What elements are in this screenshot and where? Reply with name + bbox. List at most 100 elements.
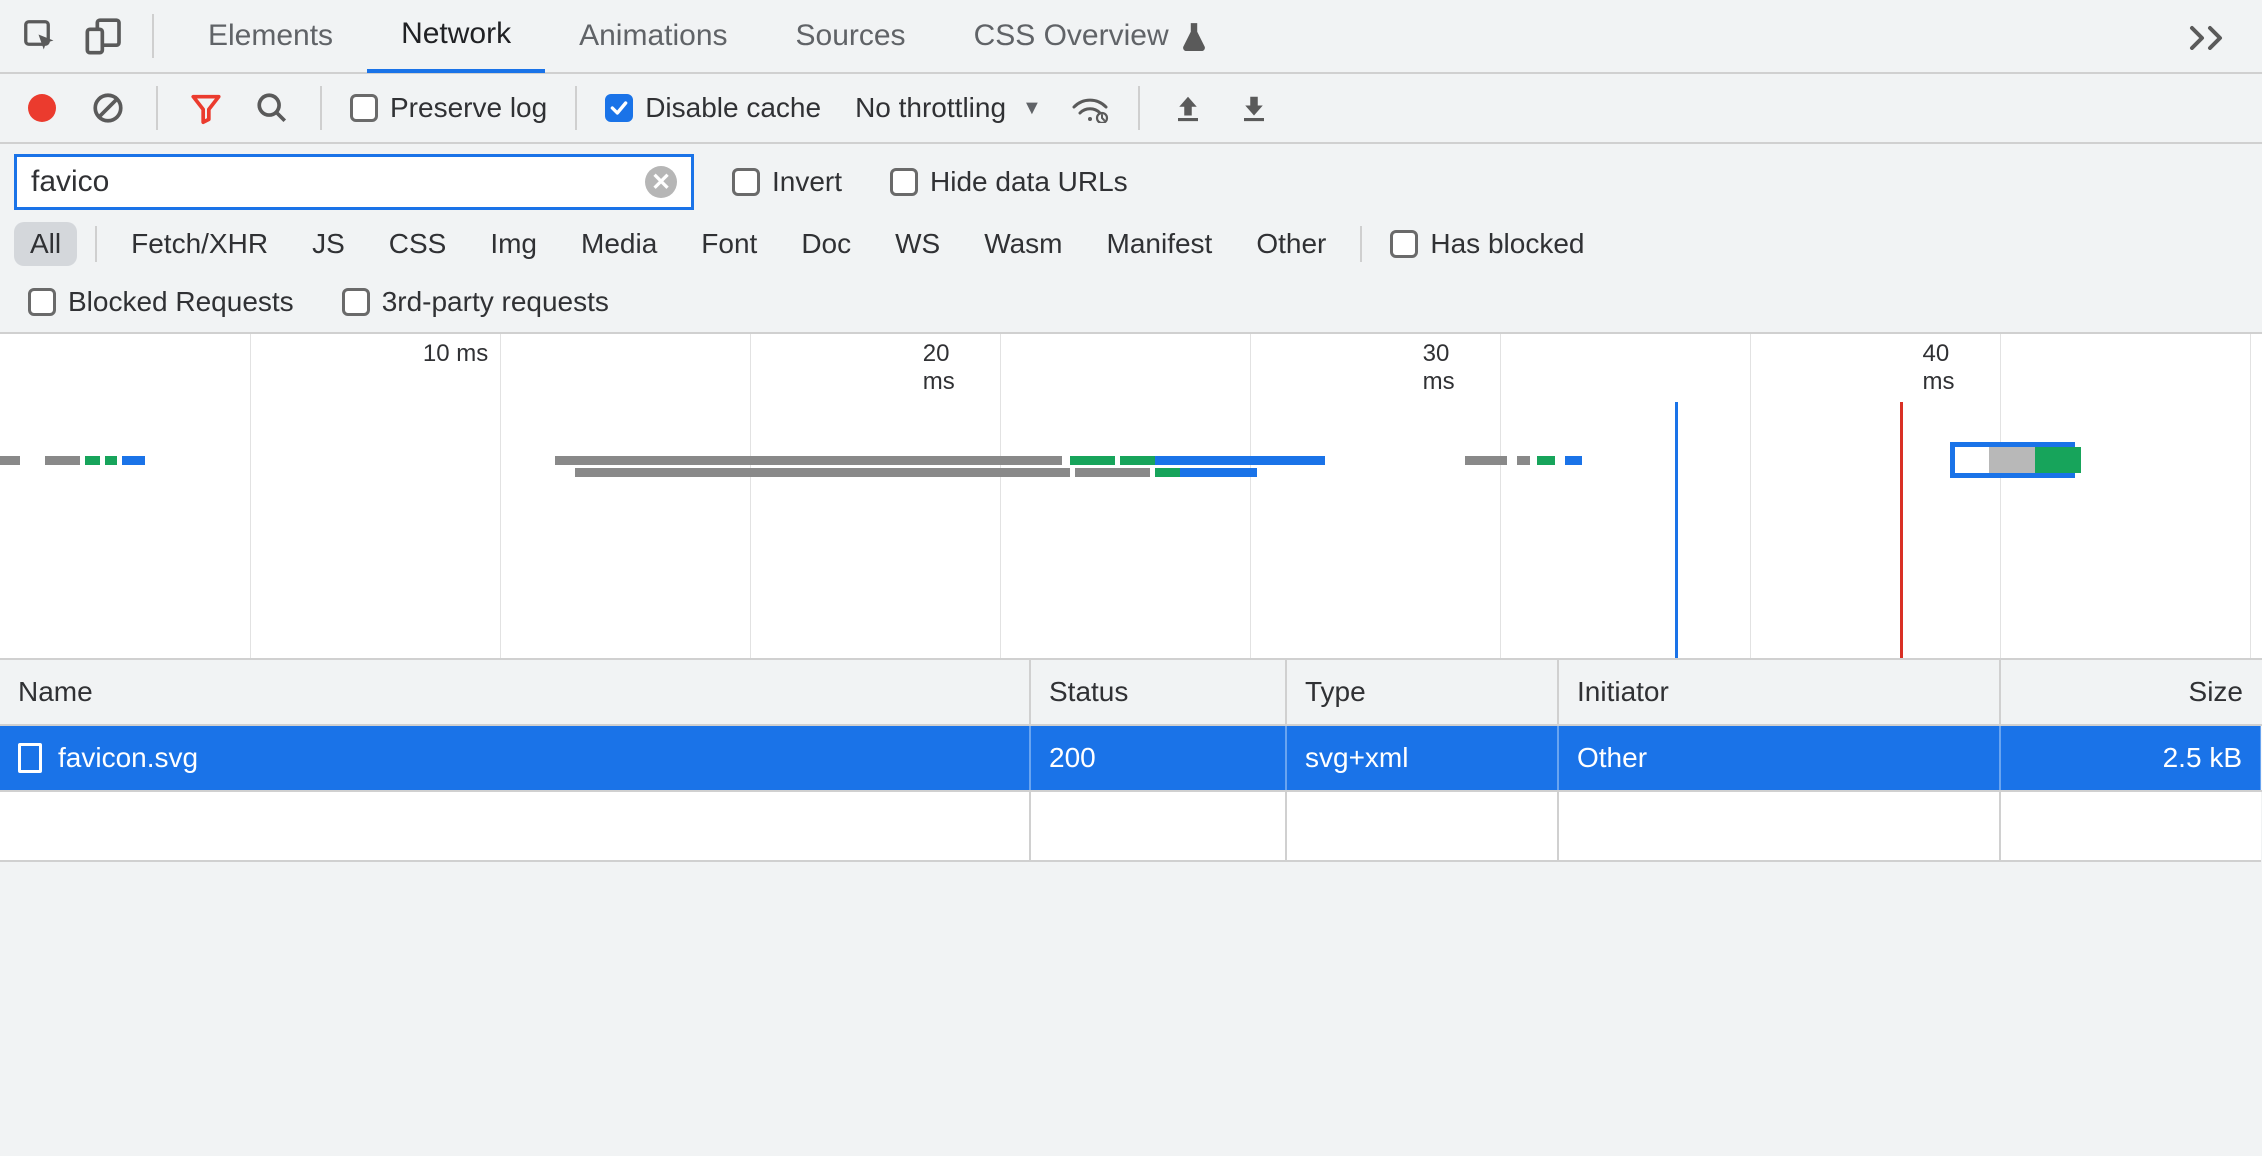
- type-filter-wasm[interactable]: Wasm: [968, 222, 1078, 266]
- timeline-tick: 90 ms: [2250, 334, 2262, 658]
- load-marker: [1900, 402, 1903, 658]
- column-header-status[interactable]: Status: [1030, 660, 1286, 725]
- separator: [575, 86, 577, 130]
- waterfall-bar: [1465, 456, 1507, 465]
- network-conditions-icon[interactable]: [1060, 80, 1120, 136]
- cell-size: 2.5 kB: [2000, 725, 2261, 791]
- type-filter-manifest[interactable]: Manifest: [1091, 222, 1229, 266]
- tab-animations[interactable]: Animations: [545, 0, 761, 73]
- separator: [152, 14, 154, 58]
- table-row-empty: [0, 791, 2261, 861]
- type-filter-fetch-xhr[interactable]: Fetch/XHR: [115, 222, 284, 266]
- preserve-log-checkbox[interactable]: Preserve log: [340, 92, 557, 124]
- hide-data-urls-label: Hide data URLs: [930, 166, 1128, 198]
- invert-label: Invert: [772, 166, 842, 198]
- separator: [95, 226, 97, 262]
- disable-cache-checkbox[interactable]: Disable cache: [595, 92, 831, 124]
- type-filter-img[interactable]: Img: [474, 222, 553, 266]
- invert-checkbox[interactable]: Invert: [722, 166, 852, 198]
- column-header-initiator[interactable]: Initiator: [1558, 660, 2000, 725]
- filter-bar: ✕ Invert Hide data URLs: [0, 144, 2262, 214]
- overview-window[interactable]: [1950, 442, 2075, 478]
- waterfall-bar: [1155, 456, 1325, 465]
- third-party-requests-label: 3rd-party requests: [382, 286, 609, 318]
- tab-network[interactable]: Network: [367, 0, 545, 73]
- separator: [156, 86, 158, 130]
- separator: [320, 86, 322, 130]
- waterfall-bar: [0, 456, 20, 465]
- type-filter-doc[interactable]: Doc: [785, 222, 867, 266]
- waterfall-bar: [122, 456, 144, 465]
- record-button[interactable]: [12, 80, 72, 136]
- timeline-tick: 20 ms: [500, 334, 750, 658]
- waterfall-bar: [1155, 468, 1180, 477]
- cell-initiator: Other: [1558, 725, 2000, 791]
- waterfall-bar: [105, 456, 117, 465]
- cell-status: 200: [1030, 725, 1286, 791]
- waterfall-bar: [555, 456, 1062, 465]
- timeline-tick: 40 ms: [1000, 334, 1250, 658]
- chevron-down-icon: ▼: [1022, 97, 1042, 120]
- type-filter-css[interactable]: CSS: [373, 222, 463, 266]
- blocked-requests-checkbox[interactable]: Blocked Requests: [18, 286, 304, 318]
- extra-filters: Blocked Requests 3rd-party requests: [0, 276, 2262, 334]
- waterfall-bar: [1517, 456, 1529, 465]
- type-filter-all[interactable]: All: [14, 222, 77, 266]
- search-icon[interactable]: [242, 80, 302, 136]
- cell-type: svg+xml: [1286, 725, 1558, 791]
- waterfall-bar: [575, 468, 1070, 477]
- table-header-row: NameStatusTypeInitiatorSize: [0, 660, 2261, 725]
- column-header-size[interactable]: Size: [2000, 660, 2261, 725]
- upload-har-icon[interactable]: [1158, 80, 1218, 136]
- waterfall-bar: [1120, 456, 1155, 465]
- clear-filter-icon[interactable]: ✕: [645, 166, 677, 198]
- preserve-log-label: Preserve log: [390, 92, 547, 124]
- experiment-icon: [1181, 21, 1207, 51]
- third-party-requests-checkbox[interactable]: 3rd-party requests: [332, 286, 619, 318]
- filter-icon[interactable]: [176, 80, 236, 136]
- type-filter-ws[interactable]: WS: [879, 222, 956, 266]
- column-header-name[interactable]: Name: [0, 660, 1030, 725]
- type-filter-media[interactable]: Media: [565, 222, 673, 266]
- network-toolbar: Preserve log Disable cache No throttling…: [0, 74, 2262, 144]
- tab-sources[interactable]: Sources: [762, 0, 940, 73]
- table-row[interactable]: favicon.svg200svg+xmlOther2.5 kB: [0, 725, 2261, 791]
- timeline-tick: 70 ms: [1750, 334, 2000, 658]
- waterfall-bar: [85, 456, 100, 465]
- type-filter-font[interactable]: Font: [685, 222, 773, 266]
- domcontentloaded-marker: [1675, 402, 1678, 658]
- resource-type-filters: All Fetch/XHR JS CSSImg Media Font Doc WS Wasm Ma…: [0, 214, 2262, 276]
- device-toolbar-icon[interactable]: [76, 8, 132, 64]
- timeline-tick: 50 ms: [1250, 334, 1500, 658]
- disable-cache-label: Disable cache: [645, 92, 821, 124]
- hide-data-urls-checkbox[interactable]: Hide data URLs: [880, 166, 1138, 198]
- throttling-value: No throttling: [855, 92, 1006, 124]
- timeline-tick: 60 ms: [1500, 334, 1750, 658]
- tab-css-overview[interactable]: CSS Overview: [940, 0, 1241, 73]
- inspect-element-icon[interactable]: [12, 8, 68, 64]
- tab-elements[interactable]: Elements: [174, 0, 367, 73]
- cell-name: favicon.svg: [0, 725, 1030, 791]
- waterfall-overview[interactable]: 10 ms20 ms30 ms40 ms50 ms60 ms70 ms80 ms…: [0, 334, 2262, 660]
- column-header-type[interactable]: Type: [1286, 660, 1558, 725]
- has-blocked-label: Has blocked: [1430, 228, 1584, 260]
- throttling-select[interactable]: No throttling ▼: [837, 92, 1054, 124]
- devtools-tab-bar: ElementsNetworkAnimationsSourcesCSS Over…: [0, 0, 2262, 74]
- blocked-requests-label: Blocked Requests: [68, 286, 294, 318]
- type-filter-other[interactable]: Other: [1240, 222, 1342, 266]
- has-blocked-checkbox[interactable]: Has blocked: [1380, 228, 1594, 260]
- waterfall-bar: [1565, 456, 1582, 465]
- timeline-tick: 30 ms: [750, 334, 1000, 658]
- requests-table: NameStatusTypeInitiatorSize favicon.svg2…: [0, 660, 2262, 862]
- filter-input[interactable]: [31, 165, 645, 199]
- waterfall-bar: [45, 456, 80, 465]
- more-tabs-icon[interactable]: [2166, 22, 2250, 50]
- waterfall-bar: [1070, 456, 1115, 465]
- timeline-tick: 10 ms: [250, 334, 500, 658]
- waterfall-bar: [1537, 456, 1554, 465]
- separator: [1360, 226, 1362, 262]
- waterfall-bar: [1075, 468, 1150, 477]
- clear-button[interactable]: [78, 80, 138, 136]
- download-har-icon[interactable]: [1224, 80, 1284, 136]
- type-filter-js[interactable]: JS: [296, 222, 361, 266]
